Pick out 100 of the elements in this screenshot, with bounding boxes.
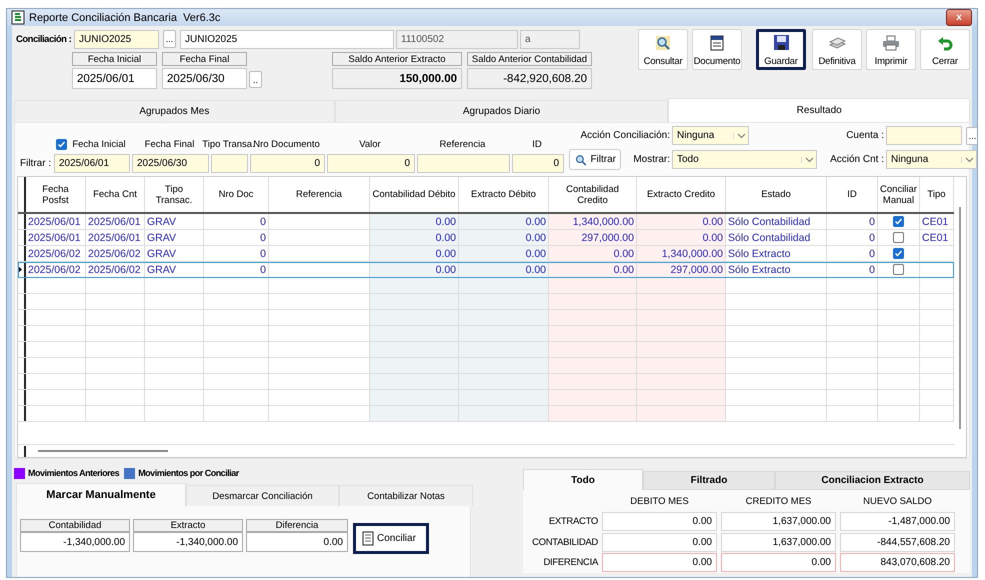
summary-field: 0.00 xyxy=(602,553,717,572)
filter-field[interactable]: 2025/06/30 xyxy=(132,154,209,173)
name-field[interactable]: JUNIO2025 xyxy=(180,30,394,48)
balance-field: -842,920,608.20 xyxy=(467,68,592,89)
summary-field: 1,637,000.00 xyxy=(721,512,836,531)
total-field: -1,340,000.00 xyxy=(133,532,243,552)
toolbar-button[interactable]: Guardar xyxy=(756,29,806,70)
caret-icon xyxy=(961,156,974,162)
table-cell: GRAV xyxy=(145,246,204,261)
table-cell: 0 xyxy=(204,214,269,229)
account-field[interactable] xyxy=(886,126,962,145)
tab[interactable]: Filtrado xyxy=(643,471,775,490)
row-pointer-icon xyxy=(18,266,22,273)
column-header: Fecha Posfst xyxy=(26,177,86,212)
table-cell: 0.00 xyxy=(459,262,549,277)
window-title: Reporte Conciliación Bancaria Ver6.3c xyxy=(29,12,222,24)
table-row[interactable]: 2025/06/01 2025/06/01 GRAV 0 0.00 0.00 1,340,000.00 0.00 Sólo Contabilidad 0 CE01 xyxy=(18,214,954,230)
tab[interactable]: Contabilizar Notas xyxy=(339,485,473,506)
filter-label: Filtrar : xyxy=(19,158,52,169)
caption: Diferencia xyxy=(246,519,348,532)
summary-field: 0.00 xyxy=(602,532,717,552)
table-row[interactable]: 2025/06/02 2025/06/02 GRAV 0 0.00 0.00 0.00 1,340,000.00 Sólo Extracto 0 xyxy=(18,246,954,262)
column-header: Tipo xyxy=(920,177,954,212)
row-label: DIFERENCIA xyxy=(542,557,598,568)
toolbar-button[interactable]: Definitiva xyxy=(812,29,862,70)
table-row[interactable]: 2025/06/01 2025/06/01 GRAV 0 0.00 0.00 297,000.00 0.00 Sólo Contabilidad 0 CE01 xyxy=(18,230,954,246)
toolbar-button[interactable]: Cerrar xyxy=(920,29,970,70)
caption: Saldo Anterior Contabilidad xyxy=(467,52,592,66)
filter-field[interactable] xyxy=(417,154,510,173)
table-cell: 0 xyxy=(827,214,878,229)
table-cell: 0 xyxy=(827,262,878,277)
tab[interactable]: Agrupados Diario xyxy=(334,100,668,122)
checkbox[interactable] xyxy=(56,138,68,150)
table-cell: Sólo Contabilidad xyxy=(726,230,827,245)
checkbox[interactable] xyxy=(893,216,904,227)
table-cell: 0.00 xyxy=(637,214,726,229)
summary-field: 843,070,608.20 xyxy=(840,553,955,572)
show-dropdown[interactable]: Todo xyxy=(672,150,817,169)
filter-field[interactable]: 2025/06/01 xyxy=(54,154,130,173)
table-cell: 0.00 xyxy=(549,246,637,261)
table-cell: 0.00 xyxy=(370,230,459,245)
papers-icon xyxy=(828,35,846,51)
action-dropdown[interactable]: Ninguna xyxy=(886,150,977,169)
field-label: Valor xyxy=(359,138,381,150)
toolbar-button[interactable]: Consultar xyxy=(638,29,688,70)
scrollbar[interactable] xyxy=(38,450,168,452)
caption: Extracto xyxy=(133,519,243,532)
filter-field[interactable] xyxy=(211,154,248,173)
caption: Contabilidad xyxy=(20,519,130,532)
checkbox[interactable] xyxy=(893,248,904,259)
total-field: -1,340,000.00 xyxy=(20,532,130,552)
reconcile-button[interactable]: Conciliar xyxy=(353,523,429,554)
tab[interactable]: Desmarcar Conciliación xyxy=(186,485,339,506)
table-cell: 0 xyxy=(827,246,878,261)
column-header: Estado xyxy=(726,177,827,212)
tab[interactable]: Conciliacion Extracto xyxy=(775,471,970,490)
action-dropdown[interactable]: Ninguna xyxy=(672,126,749,145)
field-label: Mostrar: xyxy=(632,154,670,165)
tab[interactable]: Resultado xyxy=(668,98,970,122)
tab[interactable]: Agrupados Mes xyxy=(14,100,335,122)
tab[interactable]: Marcar Manualmente xyxy=(16,483,186,506)
filter-field[interactable]: 0 xyxy=(512,154,564,173)
table-cell: Sólo Contabilidad xyxy=(726,214,827,229)
printer-icon xyxy=(882,35,900,51)
filter-button[interactable]: Filtrar xyxy=(569,149,621,170)
column-header: Extracto Credito xyxy=(637,177,726,212)
extra-field: a xyxy=(520,30,580,48)
checkbox[interactable] xyxy=(893,232,904,243)
table-cell: 2025/06/01 xyxy=(86,230,145,245)
field-label: Cuenta : xyxy=(845,130,884,141)
column-header: Referencia xyxy=(269,177,370,212)
summary-field: 0.00 xyxy=(602,512,717,531)
table-row[interactable]: 2025/06/02 2025/06/02 GRAV 0 0.00 0.00 0.00 297,000.00 Sólo Extracto 0 xyxy=(18,262,954,278)
table-cell: 0 xyxy=(827,230,878,245)
summary-field: 1,637,000.00 xyxy=(721,532,836,552)
table-cell: CE01 xyxy=(920,230,954,245)
checkbox[interactable] xyxy=(893,264,904,275)
date-field[interactable]: 2025/06/30 xyxy=(162,68,247,89)
caret-icon xyxy=(801,156,814,162)
picker-button[interactable]: .. xyxy=(249,71,262,88)
date-field[interactable]: 2025/06/01 xyxy=(72,68,157,89)
scrollbar[interactable] xyxy=(959,207,961,429)
search-icon xyxy=(574,152,588,166)
table-cell: 0.00 xyxy=(637,230,726,245)
filter-field[interactable]: 0 xyxy=(327,154,415,173)
column-header: CREDITO MES xyxy=(744,496,812,506)
column-header: Contabilidad Credito xyxy=(549,177,637,212)
table-cell: 2025/06/01 xyxy=(86,214,145,229)
toolbar-button[interactable]: Imprimir xyxy=(866,29,916,70)
table-cell: 0 xyxy=(204,246,269,261)
code-field[interactable]: JUNIO2025 xyxy=(74,30,159,48)
picker-button[interactable]: ... xyxy=(966,126,977,144)
picker-button[interactable]: ... xyxy=(163,30,176,48)
tab[interactable]: Todo xyxy=(523,469,643,490)
table-cell: 0.00 xyxy=(459,230,549,245)
table-cell: 2025/06/02 xyxy=(26,262,86,277)
table-cell: 2025/06/02 xyxy=(86,246,145,261)
filter-field[interactable]: 0 xyxy=(250,154,325,173)
toolbar-button[interactable]: Documento xyxy=(692,29,742,70)
summary-field: -844,557,608.20 xyxy=(840,532,955,552)
